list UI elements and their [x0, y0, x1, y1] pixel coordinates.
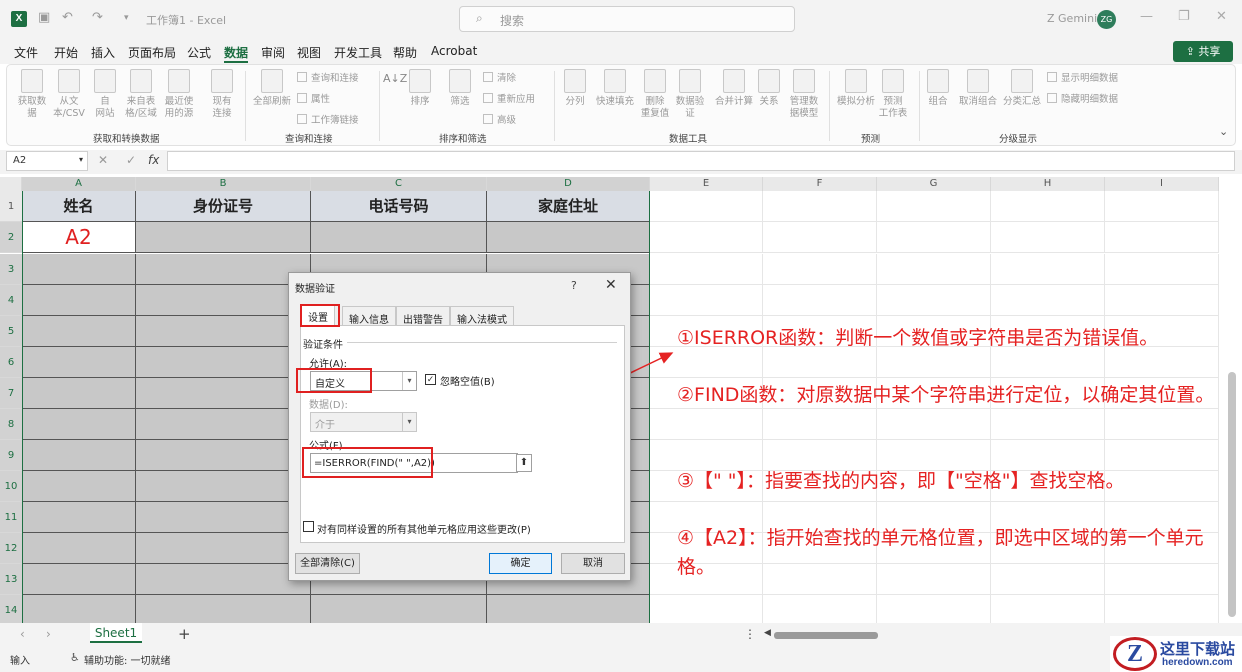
cancel-button[interactable]: 取消 [561, 553, 625, 574]
watermark-z-icon: Z [1113, 637, 1157, 671]
tab-error-alert[interactable]: 出错警告 [396, 306, 450, 326]
data-label: 数据(D): [309, 400, 348, 411]
more-options-icon[interactable]: ⋮ [744, 627, 756, 641]
settings-panel: 验证条件 允许(A): 自定义 ▾ ✓ 忽略空值(B) 数据(D): 介于 ▾ 公式… [300, 325, 625, 543]
close-icon[interactable]: ✕ [605, 277, 617, 293]
range-select-icon[interactable]: ⬆ [516, 454, 532, 472]
note-find: ②FIND函数：对原数据中某个字符串进行定位，以确定其位置。 [677, 384, 1215, 406]
status-bar: 输入 ♿ 辅助功能: 一切就绪 [0, 647, 1242, 672]
watermark-domain: heredown.com [1162, 657, 1233, 668]
ignore-blank-label: 忽略空值(B) [440, 377, 495, 388]
clear-all-button[interactable]: 全部清除(C) [295, 553, 360, 574]
watermark-logo: Z 这里下载站 heredown.com [1110, 636, 1242, 672]
scroll-left-icon[interactable]: ◀ [764, 628, 771, 638]
apply-all-label: 对有同样设置的所有其他单元格应用这些更改(P) [317, 525, 531, 536]
sheet-tab-bar: ‹ › Sheet1 + ⋮ ◀ [0, 623, 1242, 647]
mode-status: 输入 [10, 656, 30, 667]
sheet-tab-sheet1[interactable]: Sheet1 [90, 623, 142, 643]
add-sheet-button[interactable]: + [178, 625, 191, 643]
highlight-formula [302, 447, 433, 478]
highlight-allow-select [296, 368, 372, 393]
note-iserror: ①ISERROR函数：判断一个数值或字符串是否为错误值。 [677, 327, 1159, 349]
prev-sheet-icon[interactable]: ‹ [20, 627, 25, 641]
data-select[interactable]: 介于 ▾ [310, 412, 417, 432]
note-space: ③【" "】：指要查找的内容，即【"空格"】查找空格。 [677, 470, 1125, 492]
watermark-name: 这里下载站 [1160, 640, 1236, 658]
divider [347, 342, 617, 343]
highlight-settings-tab [300, 304, 340, 327]
accessibility-status[interactable]: 辅助功能: 一切就绪 [84, 652, 171, 667]
horizontal-scrollbar[interactable] [774, 632, 878, 639]
tab-ime-mode[interactable]: 输入法模式 [450, 306, 514, 326]
dialog-title: 数据验证 [295, 284, 335, 295]
chevron-down-icon: ▾ [402, 372, 416, 390]
section-label: 验证条件 [303, 340, 343, 351]
note-a2: ④【A2】：指开始查找的单元格位置，即选中区域的第一个单元格。 [677, 527, 1204, 578]
data-value: 介于 [315, 420, 335, 431]
next-sheet-icon[interactable]: › [46, 627, 51, 641]
ok-button[interactable]: 确定 [489, 553, 552, 574]
apply-all-checkbox[interactable] [303, 521, 314, 532]
accessibility-icon: ♿ [70, 651, 80, 664]
chevron-down-icon: ▾ [402, 413, 416, 431]
tab-input-message[interactable]: 输入信息 [342, 306, 396, 326]
ignore-blank-checkbox[interactable]: ✓ [425, 374, 436, 385]
help-icon[interactable]: ? [571, 279, 577, 292]
